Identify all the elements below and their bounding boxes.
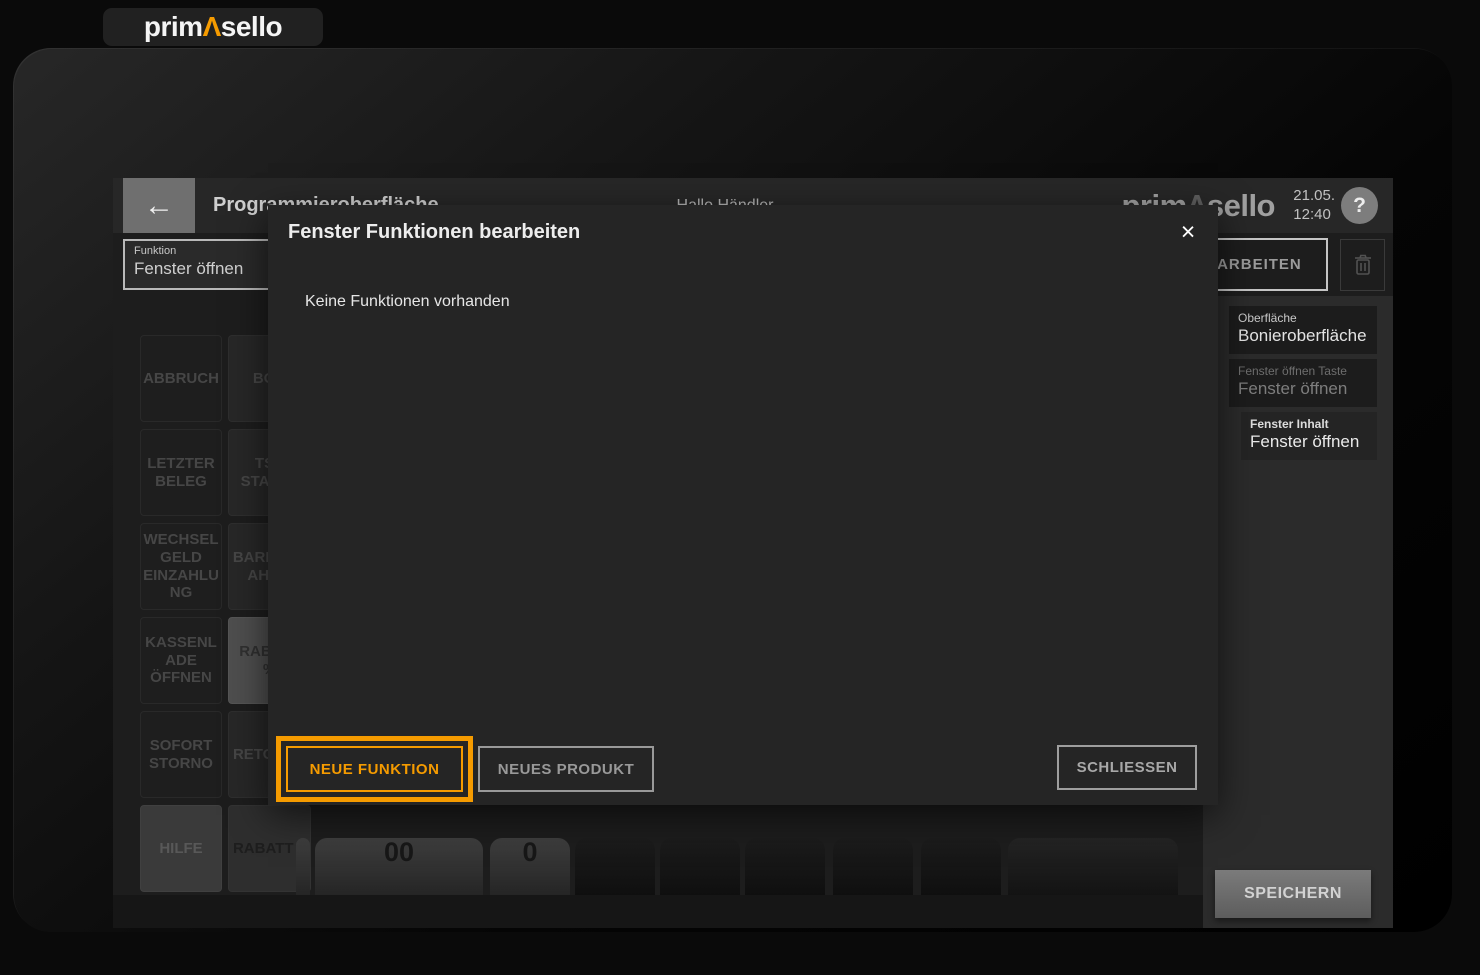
properties-panel: Oberfläche Bonieroberfläche Fenster öffn…: [1203, 296, 1393, 928]
neues-produkt-button[interactable]: NEUES PRODUKT: [478, 746, 654, 792]
fenster-inhalt-value: Fenster öffnen: [1250, 432, 1360, 451]
keypad-button-wide[interactable]: [1008, 838, 1178, 895]
primasello-logo: primΛsello: [143, 11, 283, 42]
logo-text: prim: [143, 11, 203, 42]
keypad-button[interactable]: [745, 838, 825, 895]
keypad-button[interactable]: [660, 838, 740, 895]
empty-state-message: Keine Funktionen vorhanden: [305, 293, 510, 310]
key-hilfe[interactable]: HILFE: [140, 805, 222, 892]
oberflaeche-value: Bonieroberfläche: [1238, 326, 1367, 345]
neue-funktion-button[interactable]: NEUE FUNKTION: [286, 746, 463, 792]
key-sofort-storno[interactable]: SOFORT STORNO: [140, 711, 222, 798]
funktion-selector[interactable]: Funktion Fenster öffnen: [123, 239, 274, 290]
help-button[interactable]: ?: [1341, 187, 1378, 224]
schliessen-button[interactable]: SCHLIESSEN: [1057, 745, 1197, 790]
back-arrow-icon: ←: [144, 188, 174, 222]
trash-icon: [1354, 254, 1371, 275]
fenster-funktionen-modal: Fenster Funktionen bearbeiten × Keine Fu…: [268, 205, 1218, 805]
question-mark-icon: ?: [1353, 193, 1366, 217]
keypad-button[interactable]: [833, 838, 913, 895]
key-kassenlade-oeffnen[interactable]: KASSENLADE ÖFFNEN: [140, 617, 222, 704]
logo-text: sello: [220, 11, 283, 42]
fenster-inhalt-item[interactable]: Fenster Inhalt Fenster öffnen: [1241, 412, 1377, 460]
back-button[interactable]: ←: [123, 178, 195, 233]
fenster-taste-item[interactable]: Fenster öffnen Taste Fenster öffnen: [1229, 359, 1377, 407]
brand-tab: primΛsello: [103, 8, 323, 46]
fenster-inhalt-label: Fenster Inhalt: [1250, 417, 1329, 431]
funktion-label: Funktion: [134, 245, 177, 257]
keypad-button-00[interactable]: 00: [315, 838, 483, 895]
close-icon: ×: [1180, 217, 1196, 246]
keypad-button-0[interactable]: 0: [490, 838, 570, 895]
key-letzter-beleg[interactable]: LETZTER BELEG: [140, 429, 222, 516]
key-wechselgeld-einzahlung[interactable]: WECHSELGELD EINZAHLUNG: [140, 523, 222, 610]
oberflaeche-label: Oberfläche: [1238, 311, 1297, 325]
logo-lambda-icon: Λ: [202, 11, 222, 42]
fenster-taste-value: Fenster öffnen: [1238, 379, 1348, 398]
delete-button[interactable]: [1340, 239, 1385, 291]
time-text: 12:40: [1293, 205, 1331, 223]
funktion-value: Fenster öffnen: [134, 259, 244, 278]
modal-close-button[interactable]: ×: [1173, 217, 1203, 247]
oberflaeche-item[interactable]: Oberfläche Bonieroberfläche: [1229, 306, 1377, 354]
keypad-button[interactable]: [575, 838, 655, 895]
datetime: 21.05. 12:40: [1293, 178, 1335, 233]
key-abbruch[interactable]: ABBRUCH: [140, 335, 222, 422]
fenster-taste-label: Fenster öffnen Taste: [1238, 364, 1347, 378]
keypad-button[interactable]: [296, 838, 310, 895]
date-text: 21.05.: [1293, 186, 1335, 204]
bottom-strip: [113, 895, 1393, 928]
modal-title: Fenster Funktionen bearbeiten: [288, 221, 581, 243]
focus-ring: NEUE FUNKTION: [276, 736, 473, 802]
pos-programming-screen: primΛsello ← Programmieroberfläche Hallo…: [0, 0, 1480, 975]
keypad-button[interactable]: [921, 838, 1001, 895]
speichern-button[interactable]: SPEICHERN: [1215, 870, 1371, 918]
